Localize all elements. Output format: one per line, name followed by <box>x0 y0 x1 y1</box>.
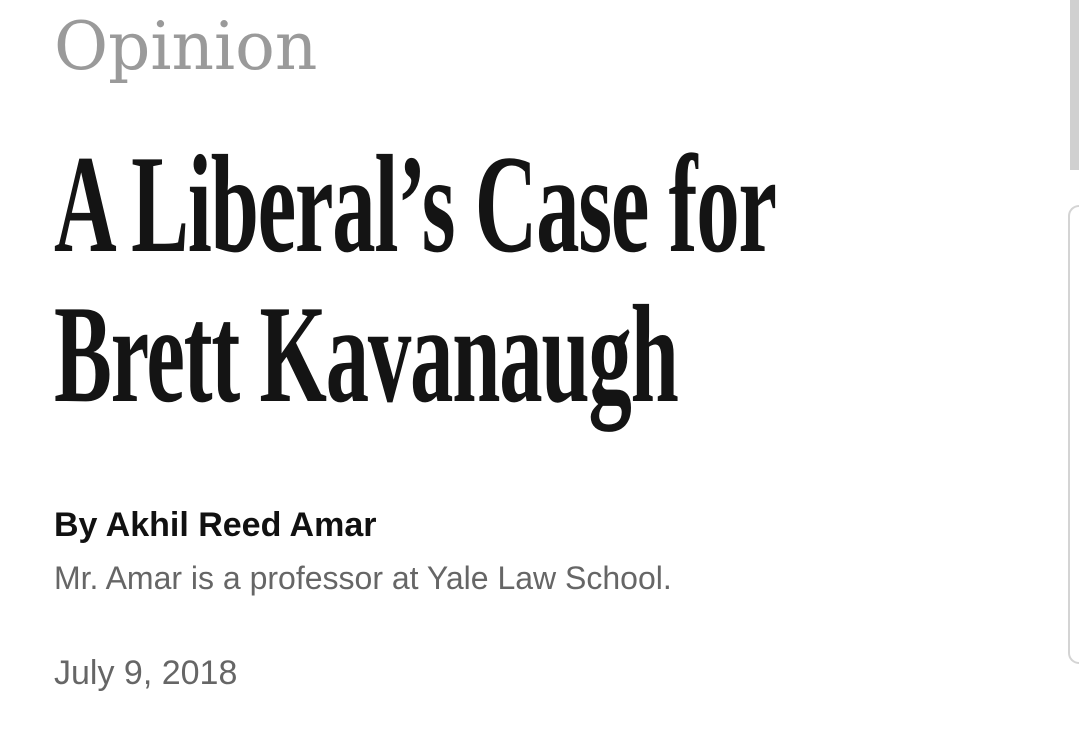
side-panel-handle[interactable] <box>1068 205 1079 664</box>
article-page: Opinion A Liberal’s Case for Brett Kavan… <box>0 0 1079 730</box>
scrollbar-thumb[interactable] <box>1070 0 1079 170</box>
section-label-opinion[interactable]: Opinion <box>54 14 317 80</box>
author-byline[interactable]: By Akhil Reed Amar <box>54 508 376 542</box>
headline-line-2: Brett Kavanaugh <box>54 277 679 432</box>
publication-date: July 9, 2018 <box>54 654 238 692</box>
headline-line-1: A Liberal’s Case for <box>54 127 777 282</box>
author-bio: Mr. Amar is a professor at Yale Law Scho… <box>54 560 672 596</box>
article-headline: A Liberal’s Case for Brett Kavanaugh <box>54 127 777 432</box>
